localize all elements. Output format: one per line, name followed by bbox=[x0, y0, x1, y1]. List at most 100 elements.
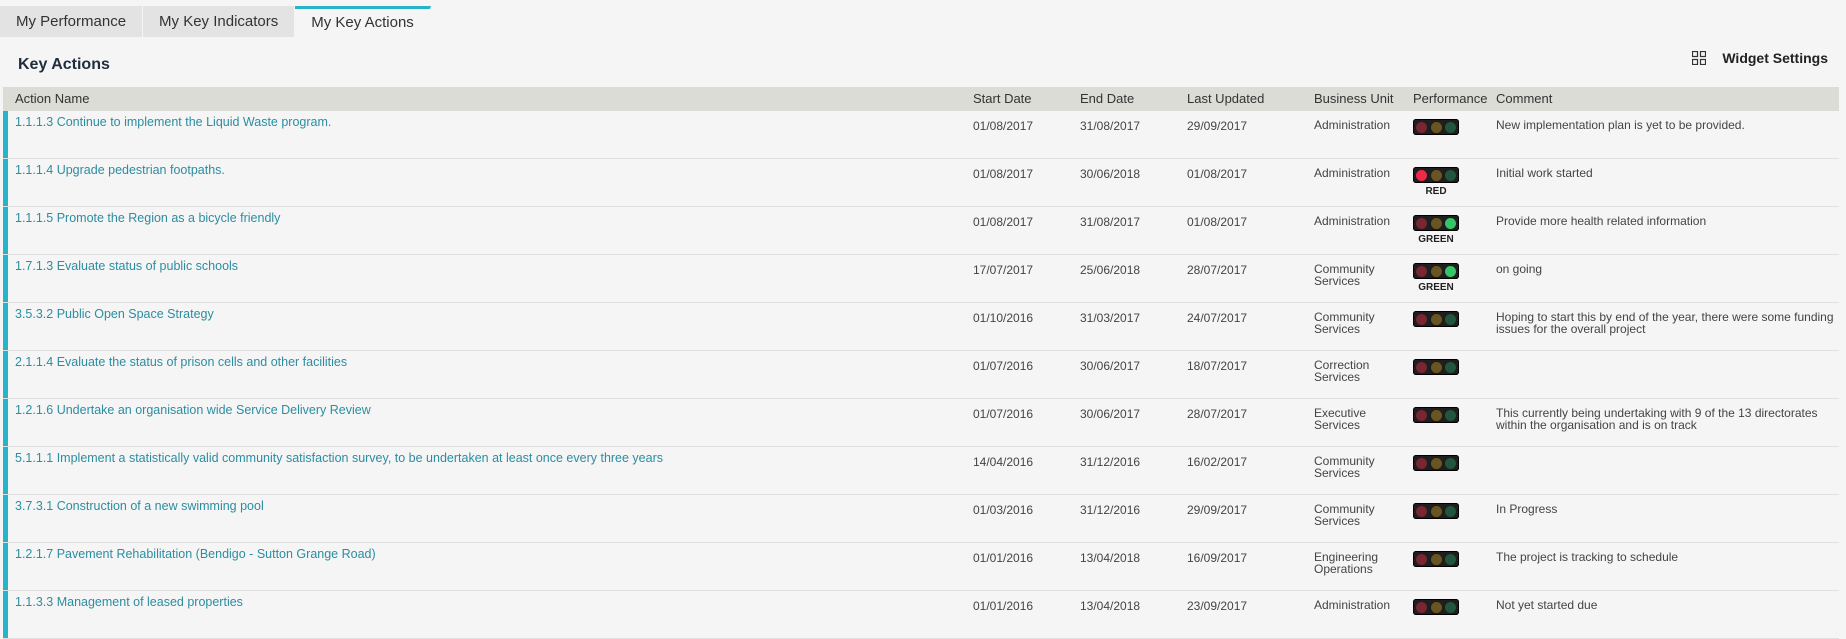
last-updated: 01/08/2017 bbox=[1187, 167, 1248, 181]
header-action-name[interactable]: Action Name bbox=[15, 87, 89, 111]
action-name-link[interactable]: 1.2.1.7 Pavement Rehabilitation (Bendigo… bbox=[15, 547, 376, 561]
table-row[interactable]: 1.1.1.3 Continue to implement the Liquid… bbox=[3, 111, 1839, 159]
action-name-link[interactable]: 1.1.3.3 Management of leased properties bbox=[15, 595, 243, 609]
red-bulb bbox=[1416, 505, 1428, 517]
start-date: 01/07/2016 bbox=[973, 407, 1034, 421]
red-bulb bbox=[1416, 409, 1428, 421]
end-date: 13/04/2018 bbox=[1080, 599, 1141, 613]
action-name-link[interactable]: 3.7.3.1 Construction of a new swimming p… bbox=[15, 499, 264, 513]
comment: Provide more health related information bbox=[1496, 214, 1707, 228]
amber-bulb bbox=[1430, 217, 1442, 229]
widget-settings-label: Widget Settings bbox=[1722, 50, 1828, 66]
action-name-link[interactable]: 1.1.1.5 Promote the Region as a bicycle … bbox=[15, 211, 280, 225]
action-name-link[interactable]: 3.5.3.2 Public Open Space Strategy bbox=[15, 307, 214, 321]
header-last-updated[interactable]: Last Updated bbox=[1187, 87, 1264, 111]
business-unit: Correction Services bbox=[1314, 358, 1370, 384]
comment: Not yet started due bbox=[1496, 598, 1598, 612]
tab-my-performance[interactable]: My Performance bbox=[0, 6, 144, 37]
comment: Hoping to start this by end of the year,… bbox=[1496, 310, 1834, 336]
green-bulb bbox=[1444, 313, 1456, 325]
table-row[interactable]: 1.2.1.7 Pavement Rehabilitation (Bendigo… bbox=[3, 543, 1839, 591]
header-comment[interactable]: Comment bbox=[1496, 87, 1552, 111]
header-start-date[interactable]: Start Date bbox=[973, 87, 1032, 111]
green-bulb bbox=[1444, 601, 1456, 613]
business-unit: Engineering Operations bbox=[1314, 550, 1379, 576]
business-unit: Community Services bbox=[1314, 454, 1375, 480]
tab-my-key-indicators[interactable]: My Key Indicators bbox=[143, 6, 296, 37]
last-updated: 18/07/2017 bbox=[1187, 359, 1248, 373]
green-bulb bbox=[1444, 457, 1456, 469]
widget-settings-button[interactable]: Widget Settings bbox=[1692, 50, 1828, 66]
amber-bulb bbox=[1430, 169, 1442, 181]
green-bulb bbox=[1444, 169, 1456, 181]
end-date: 31/08/2017 bbox=[1080, 215, 1141, 229]
key-actions-table: Action Name Start Date End Date Last Upd… bbox=[3, 87, 1839, 639]
amber-bulb bbox=[1430, 121, 1442, 133]
performance-status-label: RED bbox=[1425, 186, 1447, 197]
performance-indicator bbox=[1413, 551, 1459, 567]
start-date: 01/08/2017 bbox=[973, 119, 1034, 133]
action-name-link[interactable]: 1.2.1.6 Undertake an organisation wide S… bbox=[15, 403, 371, 417]
widget-title: Key Actions bbox=[18, 56, 110, 73]
last-updated: 24/07/2017 bbox=[1187, 311, 1248, 325]
table-row[interactable]: 1.1.1.5 Promote the Region as a bicycle … bbox=[3, 207, 1839, 255]
green-bulb bbox=[1444, 265, 1456, 277]
table-row[interactable]: 1.1.1.4 Upgrade pedestrian footpaths. 01/… bbox=[3, 159, 1839, 207]
last-updated: 23/09/2017 bbox=[1187, 599, 1248, 613]
table-row[interactable]: 1.7.1.3 Evaluate status of public school… bbox=[3, 255, 1839, 303]
traffic-light-icon bbox=[1413, 167, 1459, 183]
red-bulb bbox=[1416, 169, 1428, 181]
table-row[interactable]: 3.7.3.1 Construction of a new swimming p… bbox=[3, 495, 1839, 543]
amber-bulb bbox=[1430, 505, 1442, 517]
performance-indicator bbox=[1413, 407, 1459, 423]
business-unit: Administration bbox=[1314, 118, 1391, 132]
amber-bulb bbox=[1430, 265, 1442, 277]
start-date: 01/08/2017 bbox=[973, 167, 1034, 181]
last-updated: 29/09/2017 bbox=[1187, 503, 1248, 517]
traffic-light-icon bbox=[1413, 503, 1459, 519]
traffic-light-icon bbox=[1413, 599, 1459, 615]
action-name-link[interactable]: 1.7.1.3 Evaluate status of public school… bbox=[15, 259, 238, 273]
action-name-link[interactable]: 1.1.1.3 Continue to implement the Liquid… bbox=[15, 115, 331, 129]
end-date: 31/12/2016 bbox=[1080, 455, 1141, 469]
green-bulb bbox=[1444, 505, 1456, 517]
table-row[interactable]: 1.2.1.6 Undertake an organisation wide S… bbox=[3, 399, 1839, 447]
performance-status-label: GREEN bbox=[1418, 234, 1454, 245]
start-date: 01/07/2016 bbox=[973, 359, 1034, 373]
green-bulb bbox=[1444, 553, 1456, 565]
table-row[interactable]: 2.1.1.4 Evaluate the status of prison ce… bbox=[3, 351, 1839, 399]
table-header: Action Name Start Date End Date Last Upd… bbox=[3, 87, 1839, 111]
header-business-unit[interactable]: Business Unit bbox=[1314, 87, 1393, 111]
red-bulb bbox=[1416, 457, 1428, 469]
traffic-light-icon bbox=[1413, 215, 1459, 231]
last-updated: 29/09/2017 bbox=[1187, 119, 1248, 133]
traffic-light-icon bbox=[1413, 407, 1459, 423]
end-date: 30/06/2017 bbox=[1080, 359, 1141, 373]
traffic-light-icon bbox=[1413, 551, 1459, 567]
tab-my-key-actions[interactable]: My Key Actions bbox=[295, 6, 431, 37]
comment: Initial work started bbox=[1496, 166, 1593, 180]
table-row[interactable]: 5.1.1.1 Implement a statistically valid … bbox=[3, 447, 1839, 495]
red-bulb bbox=[1416, 361, 1428, 373]
amber-bulb bbox=[1430, 361, 1442, 373]
performance-indicator bbox=[1413, 503, 1459, 519]
end-date: 31/08/2017 bbox=[1080, 119, 1141, 133]
performance-indicator bbox=[1413, 311, 1459, 327]
start-date: 17/07/2017 bbox=[973, 263, 1034, 277]
comment: The project is tracking to schedule bbox=[1496, 550, 1679, 564]
last-updated: 01/08/2017 bbox=[1187, 215, 1248, 229]
action-name-link[interactable]: 1.1.1.4 Upgrade pedestrian footpaths. bbox=[15, 163, 225, 177]
business-unit: Community Services bbox=[1314, 310, 1375, 336]
red-bulb bbox=[1416, 601, 1428, 613]
action-name-link[interactable]: 5.1.1.1 Implement a statistically valid … bbox=[15, 451, 663, 465]
action-name-link[interactable]: 2.1.1.4 Evaluate the status of prison ce… bbox=[15, 355, 347, 369]
header-end-date[interactable]: End Date bbox=[1080, 87, 1134, 111]
table-row[interactable]: 3.5.3.2 Public Open Space Strategy 01/10/… bbox=[3, 303, 1839, 351]
green-bulb bbox=[1444, 409, 1456, 421]
amber-bulb bbox=[1430, 409, 1442, 421]
table-row[interactable]: 1.1.3.3 Management of leased properties 0… bbox=[3, 591, 1839, 639]
performance-status-label: GREEN bbox=[1418, 282, 1454, 293]
header-performance[interactable]: Performance bbox=[1413, 87, 1487, 111]
performance-indicator: GREEN bbox=[1413, 263, 1459, 293]
traffic-light-icon bbox=[1413, 455, 1459, 471]
